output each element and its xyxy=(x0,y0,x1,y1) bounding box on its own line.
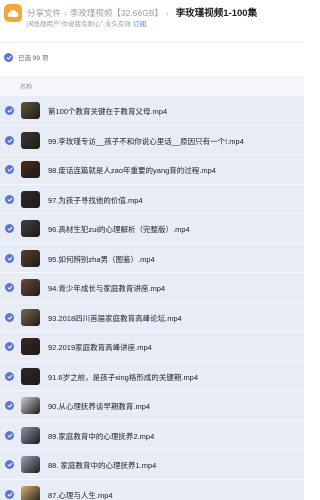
file-row[interactable]: 95.如何辨别zha男（图鉴）.mp4 xyxy=(0,243,304,273)
video-thumbnail[interactable] xyxy=(21,161,40,178)
checked-circle-icon[interactable] xyxy=(5,135,14,145)
checked-circle-icon[interactable] xyxy=(5,342,14,351)
file-row[interactable]: 第100个教育关键在于教育父母.mp4 xyxy=(0,96,304,126)
checked-circle-icon[interactable] xyxy=(5,106,14,115)
breadcrumb-folder[interactable]: 李玫瑾视频【32.66GB】 xyxy=(70,8,163,18)
file-row[interactable]: 90.从心理抚养谈早期教育.mp4 xyxy=(0,391,304,421)
file-row[interactable]: 94.青少年成长与家庭教育讲座.mp4 xyxy=(0,273,304,303)
video-thumbnail[interactable] xyxy=(21,456,40,473)
chevron-right-icon: › xyxy=(165,8,169,18)
video-thumbnail[interactable] xyxy=(21,220,40,237)
file-name[interactable]: 92.2019家庭教育高峰讲座.mp4 xyxy=(48,342,152,353)
file-name[interactable]: 90.从心理抚养谈早期教育.mp4 xyxy=(48,401,150,412)
file-row[interactable]: 91.6岁之前，是孩子xing格形成的关键期.mp4 xyxy=(0,361,304,391)
video-thumbnail[interactable] xyxy=(21,367,40,385)
breadcrumb: 分享文件 › 李玫瑾视频【32.66GB】 › 李玫瑾视频1-100集 xyxy=(27,5,257,19)
checked-circle-icon[interactable] xyxy=(5,401,14,410)
checked-circle-icon[interactable] xyxy=(5,430,14,440)
file-name[interactable]: 87.心理与人生.mp4 xyxy=(48,490,113,500)
file-list: 第100个教育关键在于教育父母.mp4 99.李玫瑾专访__孩子不和你说心里话__… xyxy=(0,96,304,500)
file-name[interactable]: 93.2018四川首届家庭教育高峰论坛.mp4 xyxy=(48,313,182,324)
share-info-text: 闲鱼搜用户“你说我有耐心”·永久有效· xyxy=(27,21,134,28)
share-info: 闲鱼搜用户“你说我有耐心”·永久有效·订阅 xyxy=(27,18,146,28)
file-row[interactable]: 87.心理与人生.mp4 xyxy=(0,479,304,500)
app-logo[interactable] xyxy=(4,4,22,22)
divider xyxy=(0,42,304,43)
column-name-label[interactable]: 名称 xyxy=(20,82,32,91)
video-thumbnail[interactable] xyxy=(21,131,40,149)
page-title: 李玫瑾视频1-100集 xyxy=(175,8,258,19)
file-name[interactable]: 88. 家庭教育中的心理抚养1.mp4 xyxy=(48,460,156,471)
file-row[interactable]: 96.高材生犯zui的心理解析（完整版）.mp4 xyxy=(0,214,304,244)
video-thumbnail[interactable] xyxy=(21,308,40,326)
header: 分享文件 › 李玫瑾视频【32.66GB】 › 李玫瑾视频1-100集 闲鱼搜用户“你说… xyxy=(0,0,304,34)
file-row[interactable]: 89.家庭教育中的心理抚养2.mp4 xyxy=(0,420,304,450)
cloud-icon xyxy=(7,10,19,17)
video-thumbnail[interactable] xyxy=(21,485,40,500)
checked-circle-icon[interactable] xyxy=(5,194,14,204)
file-name[interactable]: 第100个教育关键在于教育父母.mp4 xyxy=(48,106,167,117)
checked-circle-icon[interactable] xyxy=(5,224,14,233)
checked-circle-icon[interactable] xyxy=(4,52,13,62)
file-name[interactable]: 99.李玫瑾专访__孩子不和你说心里话__原因只有一个!.mp4 xyxy=(48,136,244,147)
file-name[interactable]: 89.家庭教育中的心理抚养2.mp4 xyxy=(48,431,154,442)
video-thumbnail[interactable] xyxy=(21,426,40,444)
checked-circle-icon[interactable] xyxy=(5,489,14,499)
file-name[interactable]: 94.青少年成长与家庭教育讲座.mp4 xyxy=(48,283,165,294)
column-header: 名称 xyxy=(0,76,304,96)
file-row[interactable]: 99.李玫瑾专访__孩子不和你说心里话__原因只有一个!.mp4 xyxy=(0,125,304,155)
video-thumbnail[interactable] xyxy=(21,102,40,119)
checked-circle-icon[interactable] xyxy=(5,371,14,381)
checked-circle-icon[interactable] xyxy=(5,283,14,292)
breadcrumb-share-files[interactable]: 分享文件 xyxy=(27,8,61,18)
file-name[interactable]: 98.废话连篇就是人zao年重要的yang育的过程.mp4 xyxy=(48,165,216,176)
file-name[interactable]: 97.为孩子寻找他的价值.mp4 xyxy=(48,195,143,206)
checked-circle-icon[interactable] xyxy=(5,460,14,469)
subscribe-link[interactable]: 订阅 xyxy=(133,21,146,28)
file-name[interactable]: 96.高材生犯zui的心理解析（完整版）.mp4 xyxy=(48,224,190,235)
file-name[interactable]: 95.如何辨别zha男（图鉴）.mp4 xyxy=(48,254,155,265)
checked-circle-icon[interactable] xyxy=(5,253,14,263)
checked-circle-icon[interactable] xyxy=(5,165,14,174)
file-row[interactable]: 92.2019家庭教育高峰讲座.mp4 xyxy=(0,332,304,362)
chevron-right-icon: › xyxy=(64,8,67,18)
video-thumbnail[interactable] xyxy=(21,279,40,296)
file-row[interactable]: 97.为孩子寻找他的价值.mp4 xyxy=(0,184,304,214)
video-thumbnail[interactable] xyxy=(21,190,40,208)
select-all[interactable]: 已选 99 项 xyxy=(4,52,48,62)
file-row[interactable]: 88. 家庭教育中的心理抚养1.mp4 xyxy=(0,450,304,480)
file-row[interactable]: 93.2018四川首届家庭教育高峰论坛.mp4 xyxy=(0,302,304,332)
file-name[interactable]: 91.6岁之前，是孩子xing格形成的关键期.mp4 xyxy=(48,372,198,383)
video-thumbnail[interactable] xyxy=(21,249,40,267)
video-thumbnail[interactable] xyxy=(21,338,40,355)
selection-count: 已选 99 项 xyxy=(18,55,49,62)
file-row[interactable]: 98.废话连篇就是人zao年重要的yang育的过程.mp4 xyxy=(0,155,304,185)
video-thumbnail[interactable] xyxy=(21,397,40,414)
checked-circle-icon[interactable] xyxy=(5,312,14,322)
